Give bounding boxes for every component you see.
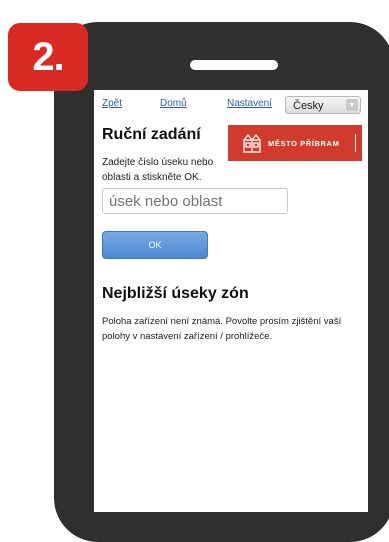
ok-button[interactable]: OK xyxy=(102,231,208,259)
nav-bar: Zpět Domů Nastavení Česky ▼ xyxy=(94,96,368,116)
zone-input[interactable] xyxy=(102,188,288,214)
phone-screen: Zpět Domů Nastavení Česky ▼ Ruční zadání… xyxy=(94,90,368,512)
phone-speaker xyxy=(190,60,278,70)
logo-divider xyxy=(355,134,356,152)
location-unknown-message: Poloha zařízení není známá. Povolte pros… xyxy=(102,316,342,342)
back-link[interactable]: Zpět xyxy=(102,98,122,109)
step-badge: 2. xyxy=(8,23,88,91)
city-crest-icon xyxy=(243,133,261,153)
nearest-zones-title: Nejbližší úseky zón xyxy=(102,285,249,302)
home-link[interactable]: Domů xyxy=(160,98,187,109)
manual-entry-title: Ruční zadání xyxy=(102,126,201,143)
chevron-down-icon: ▼ xyxy=(346,99,358,111)
settings-link[interactable]: Nastavení xyxy=(227,98,272,109)
city-logo-text: MĚSTO PŘÍBRAM xyxy=(268,138,340,148)
language-select[interactable]: Česky ▼ xyxy=(285,96,361,114)
manual-entry-instructions: Zadejte číslo úseku nebo oblasti a stisk… xyxy=(102,157,214,183)
language-value: Česky xyxy=(293,100,324,112)
city-logo: MĚSTO PŘÍBRAM xyxy=(228,125,362,161)
